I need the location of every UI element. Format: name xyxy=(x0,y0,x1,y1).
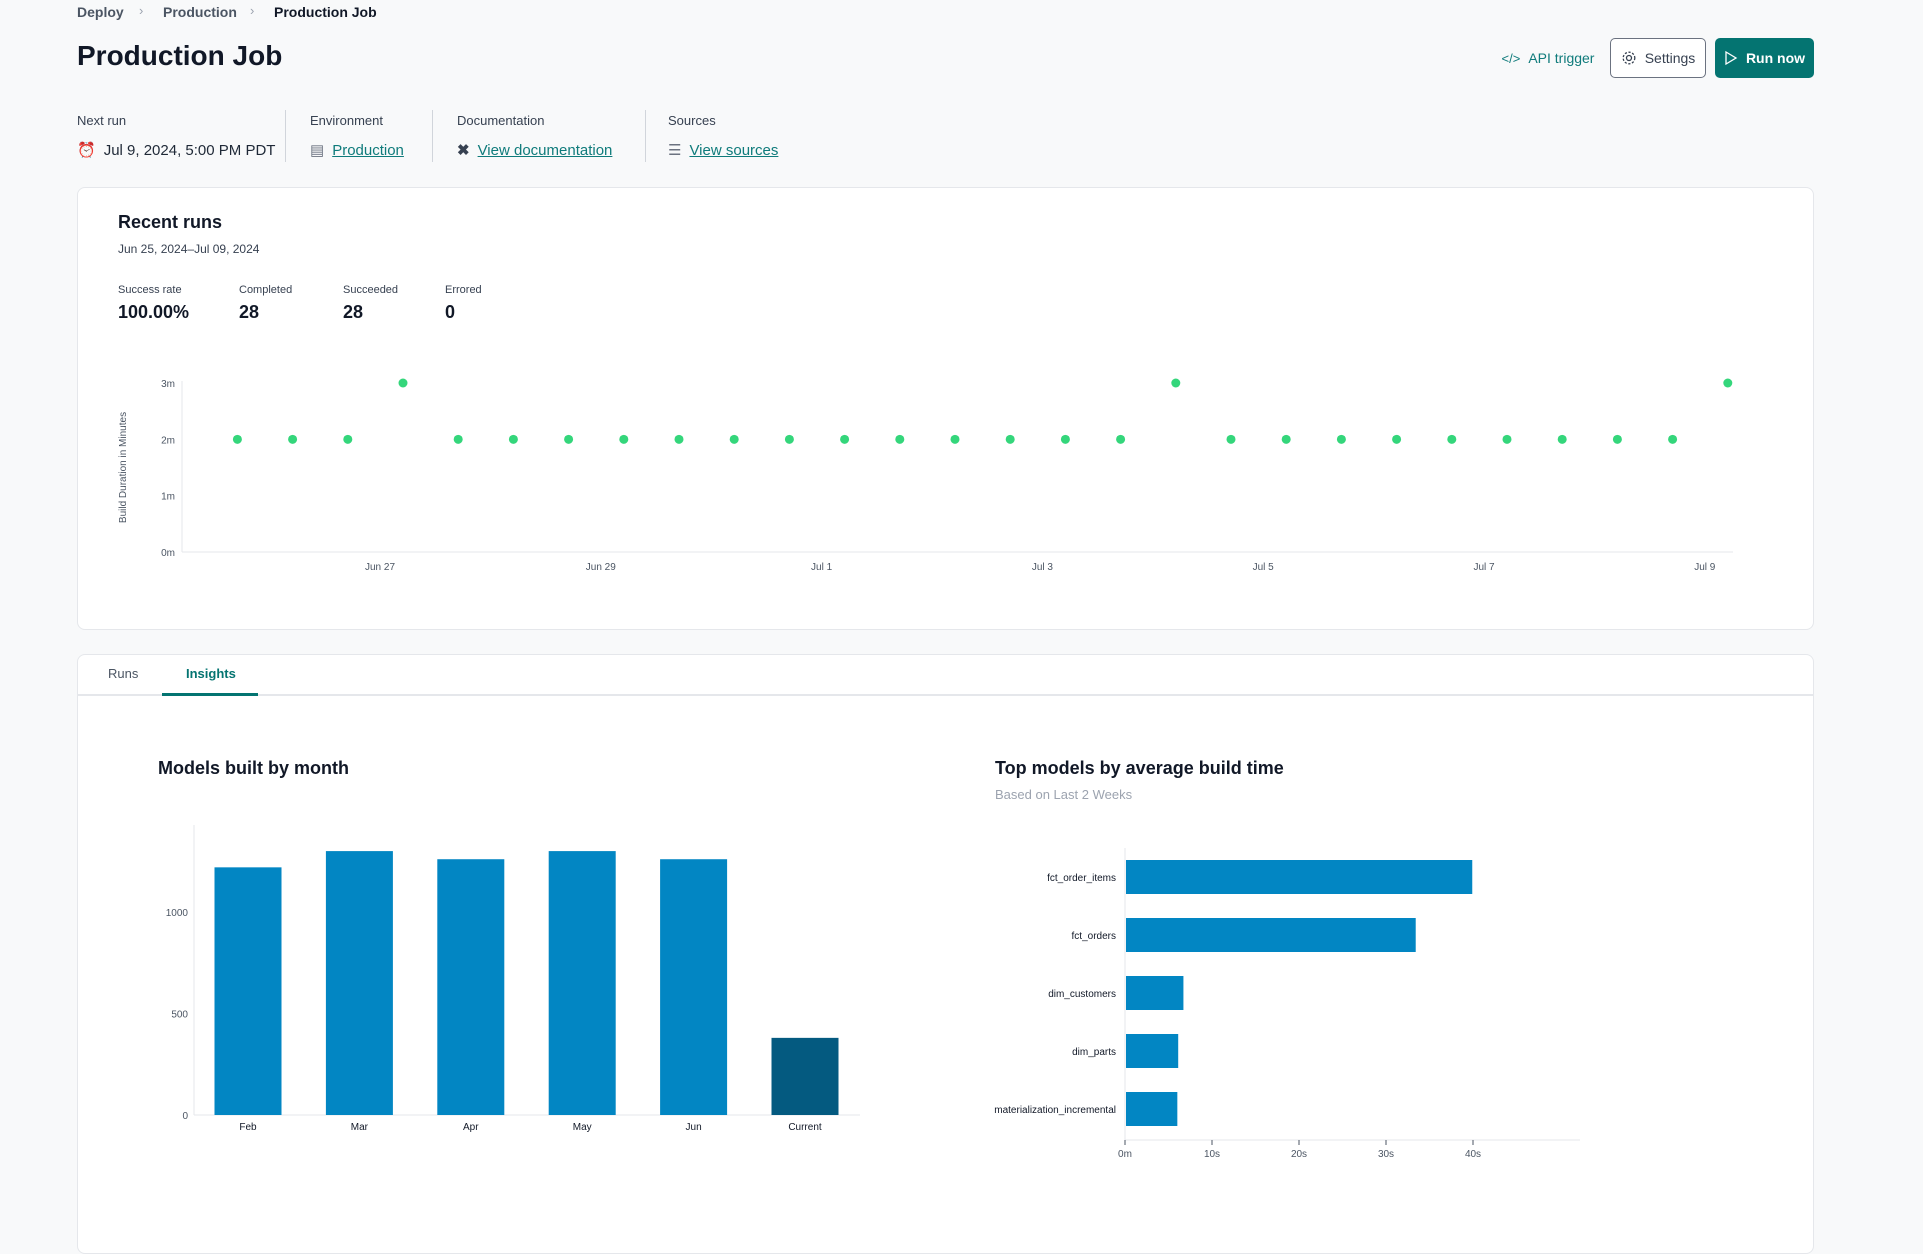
bar-materialization_incremental xyxy=(1126,1092,1178,1126)
x-tick-label: 30s xyxy=(1378,1149,1394,1160)
bar-fct_order_items xyxy=(1126,860,1473,894)
bar-dim_customers xyxy=(1126,976,1184,1010)
x-tick-label: 0m xyxy=(1118,1149,1132,1160)
bar-dim_parts xyxy=(1126,1034,1179,1068)
y-tick-label: dim_customers xyxy=(1048,989,1116,1000)
x-tick-label: 40s xyxy=(1465,1149,1481,1160)
top-models-chart: 0m 10s 20s 30s 40s fct_order_items fct_ordersd… xyxy=(994,848,1580,1160)
x-tick-label: 20s xyxy=(1291,1149,1307,1160)
y-tick-label: materialization_incremental xyxy=(994,1105,1116,1116)
y-tick-label: fct_orders xyxy=(1072,931,1116,942)
bar-fct_orders xyxy=(1126,918,1416,952)
x-tick-label: 10s xyxy=(1204,1149,1220,1160)
y-tick-label: dim_parts xyxy=(1072,1047,1116,1058)
y-tick-label: fct_order_items xyxy=(1047,873,1116,884)
